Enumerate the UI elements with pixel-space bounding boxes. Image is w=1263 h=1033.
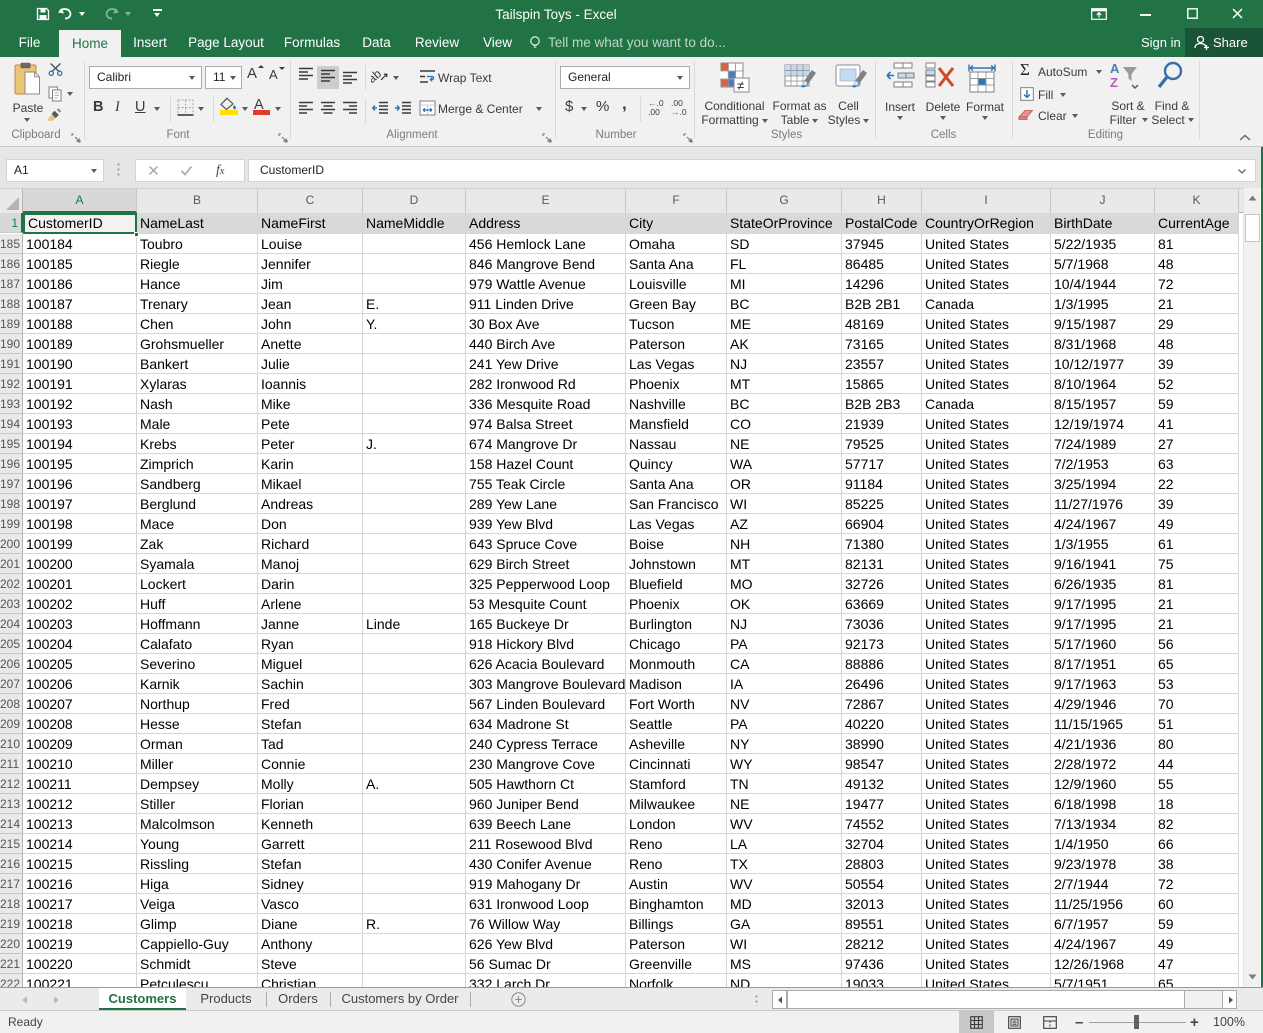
svg-text:ab: ab (371, 67, 384, 85)
svg-text:A: A (1110, 61, 1120, 76)
svg-text:Z: Z (1110, 75, 1118, 90)
svg-text:≠: ≠ (737, 78, 744, 93)
